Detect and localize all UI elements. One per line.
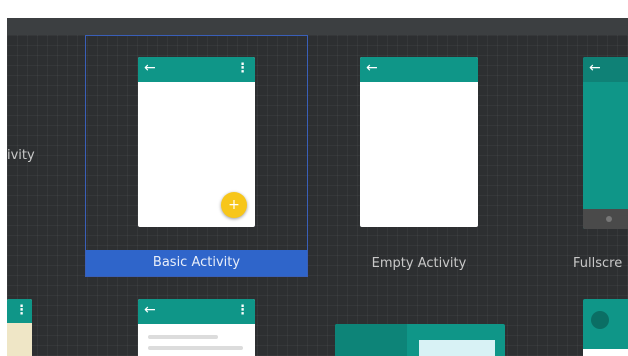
tile-empty-activity-label[interactable]: Empty Activity	[347, 256, 491, 272]
fab-plus-icon: +	[221, 192, 247, 218]
app-bar: ←	[360, 57, 478, 82]
bottom-preview-3[interactable]	[335, 324, 505, 356]
content-line	[148, 346, 243, 350]
nav-dot-icon	[606, 216, 612, 222]
app-bar: ⋮	[7, 299, 32, 323]
fullscreen-activity-preview[interactable]: ←	[583, 57, 628, 229]
toolbar-strip	[0, 18, 628, 35]
empty-activity-preview[interactable]: ←	[360, 57, 478, 227]
back-arrow-icon: ←	[366, 60, 378, 76]
app-bar: ←	[583, 57, 628, 82]
bottom-preview-4[interactable]	[583, 299, 628, 356]
back-arrow-icon: ←	[144, 60, 156, 76]
drawer-panel	[335, 324, 407, 356]
bottom-preview-2[interactable]: ← ⋮	[138, 299, 255, 356]
partial-tile-label: ivity	[7, 148, 35, 163]
back-arrow-icon: ←	[589, 60, 601, 76]
content-panel	[419, 340, 495, 356]
app-bar: ← ⋮	[138, 57, 255, 82]
overflow-menu-icon: ⋮	[236, 303, 249, 318]
app-bar: ← ⋮	[138, 299, 255, 324]
content-panel	[583, 349, 628, 356]
tile-fullscreen-label[interactable]: Fullscre	[573, 256, 628, 272]
template-gallery: ivity Basic Activity ← ⋮ + ← Empty Activ…	[7, 35, 628, 356]
content-line	[148, 335, 218, 339]
avatar-icon	[591, 311, 609, 329]
back-arrow-icon: ←	[144, 302, 156, 318]
overflow-menu-icon: ⋮	[15, 303, 28, 318]
left-edge	[0, 0, 7, 356]
bottom-left-preview[interactable]: ⋮	[7, 299, 32, 356]
top-window-bar	[0, 0, 628, 18]
tile-basic-activity-label: Basic Activity	[86, 250, 307, 276]
overflow-menu-icon: ⋮	[236, 61, 249, 76]
basic-activity-preview: ← ⋮ +	[138, 57, 255, 227]
